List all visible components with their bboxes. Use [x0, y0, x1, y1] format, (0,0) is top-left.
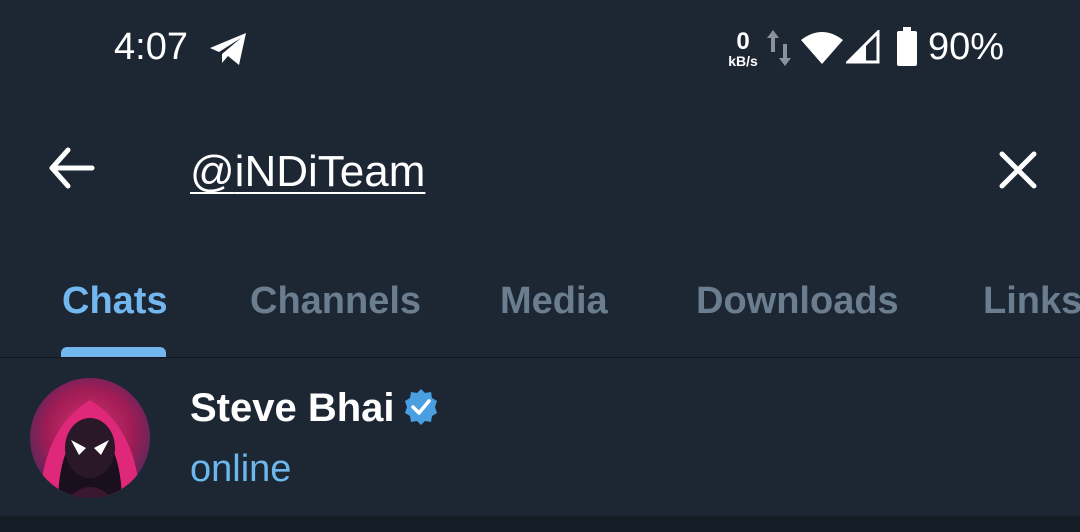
- tab-chats[interactable]: Chats: [62, 278, 168, 324]
- search-query-user: iNDiTeam: [234, 147, 426, 196]
- tab-downloads[interactable]: Downloads: [696, 278, 899, 324]
- search-input[interactable]: @iNDiTeam: [190, 144, 950, 200]
- net-speed: 0 kB/s: [722, 30, 764, 70]
- verified-badge-icon: [405, 389, 437, 425]
- search-query-prefix: @: [190, 147, 235, 196]
- telegram-icon: [210, 33, 246, 65]
- net-speed-unit: kB/s: [728, 53, 758, 69]
- wifi-icon: [801, 32, 843, 64]
- battery-percent: 90%: [928, 26, 1005, 68]
- close-icon: [999, 151, 1037, 189]
- avatar: [30, 378, 150, 498]
- battery-icon: [897, 27, 917, 66]
- back-button[interactable]: [40, 140, 104, 196]
- status-time: 4:07: [114, 26, 188, 68]
- signal-icon: [846, 30, 880, 64]
- chat-status: online: [190, 448, 292, 490]
- arrow-left-icon: [49, 147, 95, 189]
- chat-result-row[interactable]: Steve Bhai online: [0, 358, 1080, 516]
- active-tab-indicator: [61, 347, 166, 357]
- net-speed-value: 0: [736, 28, 750, 55]
- screen: 4:07 0 kB/s 90% @iNDiTeam Chats Channels…: [0, 0, 1080, 532]
- tab-links[interactable]: Links: [983, 278, 1080, 324]
- list-bottom-area: [0, 516, 1080, 532]
- clear-search-button[interactable]: [990, 142, 1046, 198]
- status-bar: 4:07 0 kB/s 90%: [0, 0, 1080, 100]
- search-tabs: Chats Channels Media Downloads Links: [0, 270, 1080, 358]
- chat-name: Steve Bhai: [190, 386, 395, 430]
- tab-media[interactable]: Media: [500, 278, 608, 324]
- data-arrows-icon: [767, 30, 791, 66]
- tab-channels[interactable]: Channels: [250, 278, 421, 324]
